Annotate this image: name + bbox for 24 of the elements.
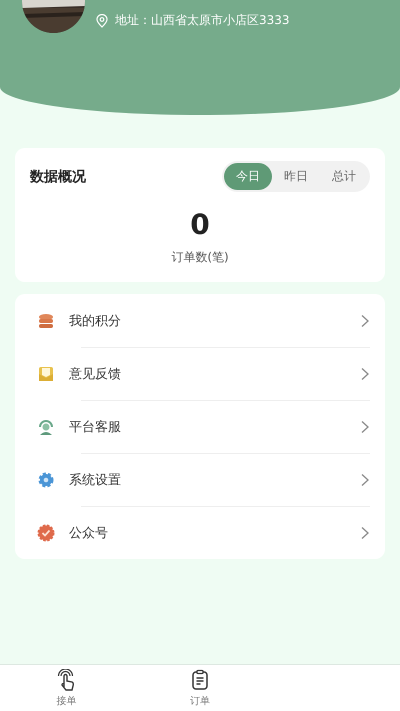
chevron-right-icon [360,420,370,434]
order-count: 0 [189,208,211,241]
address-text: 地址：山西省太原市小店区3333 [115,12,290,29]
envelope-icon [37,364,55,382]
menu-item[interactable]: 平台客服 [37,400,370,453]
menu-item[interactable]: 我的积分 [37,294,370,347]
chevron-right-icon [360,314,370,328]
period-tab[interactable]: 总计 [320,163,368,190]
gear-icon [37,470,55,488]
chevron-right-icon [360,526,370,540]
tab-bar-item[interactable]: 接单 [0,665,134,711]
menu-item[interactable]: 意见反馈 [37,347,370,400]
headset-icon [37,418,55,436]
chevron-right-icon [360,366,370,380]
coins-icon [37,312,55,330]
period-tab[interactable]: 昨日 [272,163,320,190]
check-badge-icon [37,524,55,542]
menu-item[interactable]: 公众号 [37,506,370,559]
menu-item[interactable]: 系统设置 [37,453,370,506]
chevron-right-icon [360,472,370,486]
location-pin-icon [95,14,109,28]
order-count-label: 订单数(笔) [170,249,230,266]
card-title: 数据概况 [30,168,86,186]
tab-bar-item[interactable]: 订单 [133,665,267,711]
